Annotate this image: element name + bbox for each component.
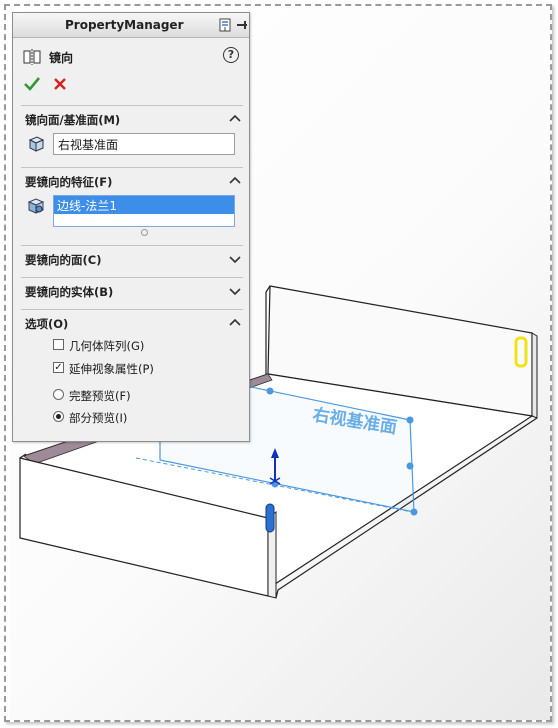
propagate-visual-option[interactable]: ✓ 延伸视象属性(P) (53, 360, 233, 376)
chevron-up-icon[interactable] (229, 113, 241, 125)
ok-button[interactable] (23, 75, 41, 93)
feature-header: 镜向 ? (21, 47, 243, 67)
feature-name: 镜向 (49, 51, 74, 65)
option-label: 完整预览(F) (69, 389, 131, 403)
help-icon[interactable]: ? (223, 47, 239, 63)
section-title: 要镜向的实体(B) (25, 285, 114, 299)
panel-header: PropertyManager (13, 13, 249, 38)
chevron-down-icon[interactable] (229, 253, 241, 265)
geometry-pattern-checkbox[interactable] (53, 339, 64, 350)
selected-edge-highlight[interactable] (265, 503, 275, 533)
section-title: 选项(O) (25, 317, 69, 331)
option-label: 几何体阵列(G) (69, 339, 145, 353)
cancel-button[interactable] (51, 75, 69, 93)
option-label: 延伸视象属性(P) (69, 362, 154, 376)
divider (21, 167, 243, 168)
panel-title: PropertyManager (65, 18, 184, 32)
option-label: 部分预览(I) (69, 411, 128, 425)
divider (21, 277, 243, 278)
section-title: 镜向面/基准面(M) (25, 113, 121, 127)
full-preview-option[interactable]: 完整预览(F) (53, 387, 233, 403)
pushpin-icon[interactable] (217, 17, 233, 33)
section-mirror-plane[interactable]: 镜向面/基准面(M) (25, 111, 241, 129)
features-list[interactable]: 边线-法兰1 (53, 195, 235, 227)
mirror-plane-field[interactable]: 右视基准面 (53, 133, 235, 155)
plane-cube-icon (27, 135, 45, 153)
chevron-down-icon[interactable] (229, 285, 241, 297)
partial-preview-radio[interactable] (53, 411, 64, 422)
section-features[interactable]: 要镜向的特征(F) (25, 173, 241, 191)
geometry-pattern-option[interactable]: 几何体阵列(G) (53, 337, 233, 353)
section-title: 要镜向的面(C) (25, 253, 102, 267)
divider (21, 105, 243, 106)
mirror-feature-icon (23, 48, 41, 66)
section-options[interactable]: 选项(O) (25, 315, 241, 333)
chevron-up-icon[interactable] (229, 175, 241, 187)
section-bodies[interactable]: 要镜向的实体(B) (25, 283, 241, 301)
divider (21, 309, 243, 310)
partial-preview-option[interactable]: 部分预览(I) (53, 409, 233, 425)
feature-list-icon (27, 197, 45, 215)
propagate-visual-checkbox[interactable]: ✓ (53, 362, 64, 373)
section-faces[interactable]: 要镜向的面(C) (25, 251, 241, 269)
list-item[interactable]: 边线-法兰1 (54, 196, 234, 214)
collapse-icon[interactable] (235, 17, 249, 33)
resize-grip[interactable] (141, 229, 148, 236)
property-manager-panel: PropertyManager 镜向 ? 镜向面/基准面(M) 右视基准面 要镜… (12, 12, 250, 442)
full-preview-radio[interactable] (53, 389, 64, 400)
section-title: 要镜向的特征(F) (25, 175, 113, 189)
chevron-up-icon[interactable] (229, 317, 241, 329)
divider (21, 245, 243, 246)
